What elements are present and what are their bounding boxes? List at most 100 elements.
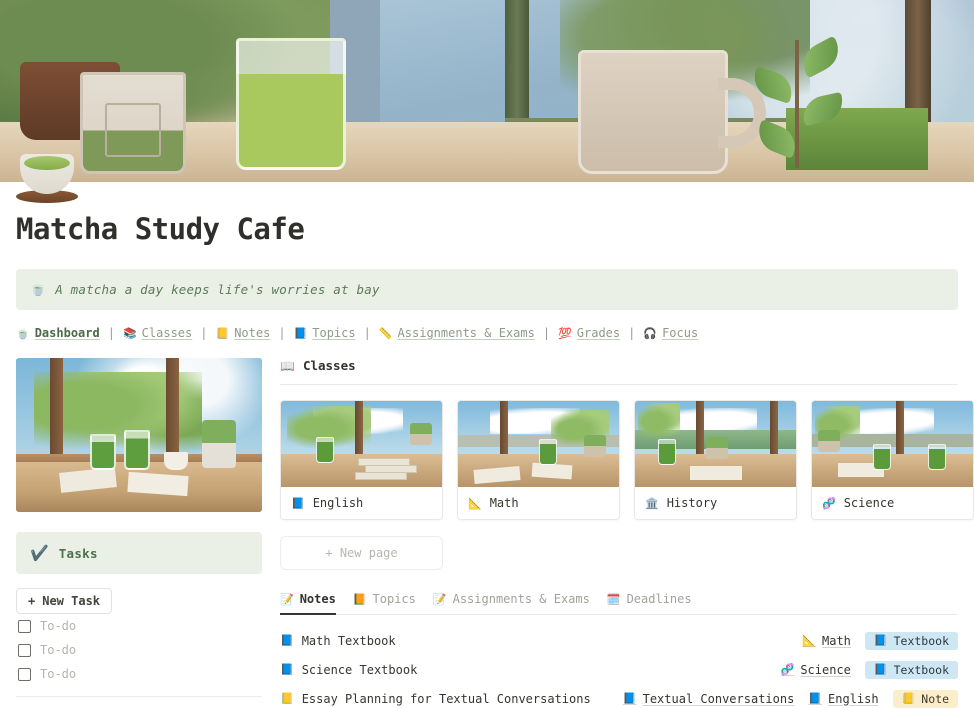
tasks-title: Tasks <box>58 545 98 561</box>
cover-cup-label <box>105 103 161 157</box>
nav-separator: | <box>628 326 636 340</box>
checkbox-icon[interactable] <box>18 619 31 633</box>
dna-icon: 🧬 <box>822 496 836 510</box>
class-relation[interactable]: 📘 English <box>808 692 878 706</box>
cover-cup <box>80 72 186 174</box>
type-badge[interactable]: 📘 Textbook <box>864 660 958 679</box>
class-card-label: 🏛️ History <box>635 487 796 519</box>
sidebar-image-plant <box>202 420 236 468</box>
checkbox-icon[interactable] <box>18 643 31 657</box>
headphones-icon: 🎧 <box>643 326 658 340</box>
new-task-button[interactable]: + New Task <box>16 588 113 614</box>
checkbox-icon[interactable] <box>18 667 31 681</box>
database-view-tabs: 📝 Notes 📙 Topics 📝 Assignments & Exams 🗓… <box>280 592 958 615</box>
page-cover-image[interactable] <box>0 0 974 182</box>
tab-label: Topics <box>372 592 416 606</box>
new-page-button[interactable]: + New page <box>280 536 443 570</box>
orange-book-icon: 📙 <box>352 592 367 606</box>
classical-building-icon: 🏛️ <box>645 496 659 510</box>
note-title: Essay Planning for Textual Conversations <box>301 691 591 706</box>
type-label: Note <box>921 691 949 706</box>
open-book-icon: 📖 <box>280 358 295 373</box>
type-label: Textbook <box>893 633 949 648</box>
class-name: Science <box>800 662 851 677</box>
nav-item-grades[interactable]: 💯 Grades <box>558 326 620 340</box>
nav-label: Assignments & Exams <box>397 326 535 340</box>
todo-item[interactable]: To-do <box>16 614 262 638</box>
quote-callout[interactable]: 🍵 A matcha a day keeps life's worries at… <box>16 269 958 310</box>
table-row[interactable]: 📘 Math Textbook 📐 Math 📘 Textbook <box>280 626 958 655</box>
class-card-gallery: 📘 English 📐 Math 🏛️ History 🧬 Science <box>280 400 974 520</box>
tab-deadlines[interactable]: 🗓️ Deadlines <box>607 592 692 615</box>
class-card-thumbnail <box>458 401 619 487</box>
class-relation[interactable]: 🧬 Science <box>781 663 851 677</box>
left-column: ✔️ Tasks + New Task To-do To-do To-do <box>16 358 262 708</box>
class-name: History <box>666 496 718 510</box>
todo-item[interactable]: To-do <box>16 662 262 686</box>
row-title-cell[interactable]: 📒 Essay Planning for Textual Conversatio… <box>280 692 591 706</box>
tab-assignments-exams[interactable]: 📝 Assignments & Exams <box>433 592 590 615</box>
class-card-history[interactable]: 🏛️ History <box>634 400 797 520</box>
nav-item-classes[interactable]: 📚 Classes <box>123 326 192 340</box>
dna-icon: 🧬 <box>780 663 795 676</box>
row-meta-cell: 🧬 Science 📘 Textbook <box>781 660 958 679</box>
table-row[interactable]: 📒 Essay Planning for Textual Conversatio… <box>280 684 958 708</box>
page-body: Matcha Study Cafe 🍵 A matcha a day keeps… <box>0 154 974 708</box>
todo-item[interactable]: To-do <box>16 638 262 662</box>
row-title-cell[interactable]: 📘 Math Textbook <box>280 634 396 648</box>
topic-relation[interactable]: 📘 Textual Conversations <box>623 692 794 706</box>
nav-item-focus[interactable]: 🎧 Focus <box>643 326 698 340</box>
class-card-science[interactable]: 🧬 Science <box>811 400 974 520</box>
nav-label: Topics <box>312 326 356 340</box>
ruler-icon: 📏 <box>378 326 393 340</box>
sidebar-decorative-image[interactable] <box>16 358 262 512</box>
nav-separator: | <box>107 326 115 340</box>
main-navigation: 🍵 Dashboard | 📚 Classes | 📒 Notes | 📘 To… <box>16 326 958 340</box>
class-card-thumbnail <box>281 401 442 487</box>
tasks-section-header[interactable]: ✔️ Tasks <box>16 532 262 574</box>
row-title-cell[interactable]: 📘 Science Textbook <box>280 663 417 677</box>
notebook-icon: 📒 <box>901 692 916 705</box>
sidebar-divider <box>16 696 262 697</box>
memo-icon: 📝 <box>280 592 294 606</box>
blue-book-icon: 📘 <box>873 663 888 676</box>
classes-divider <box>280 384 958 385</box>
nav-label: Focus <box>662 326 699 340</box>
nav-item-dashboard[interactable]: 🍵 Dashboard <box>16 326 100 340</box>
blue-book-icon: 📘 <box>280 663 294 676</box>
content-columns: ✔️ Tasks + New Task To-do To-do To-do 📖 … <box>16 358 974 708</box>
nav-item-topics[interactable]: 📘 Topics <box>294 326 356 340</box>
sidebar-image-teacup <box>164 452 188 470</box>
blue-book-icon: 📘 <box>293 326 308 340</box>
class-card-thumbnail <box>812 401 973 487</box>
calendar-icon: 🗓️ <box>606 592 621 606</box>
matcha-icon: 🍵 <box>16 326 30 340</box>
table-row[interactable]: 📘 Science Textbook 🧬 Science 📘 Textbook <box>280 655 958 684</box>
sidebar-image-window-frame <box>50 358 63 462</box>
notebook-icon: 📒 <box>280 692 294 705</box>
tab-notes[interactable]: 📝 Notes <box>280 592 336 615</box>
class-card-math[interactable]: 📐 Math <box>457 400 620 520</box>
topic-name: Textual Conversations <box>642 691 795 706</box>
type-badge[interactable]: 📘 Textbook <box>864 631 958 650</box>
class-relation[interactable]: 📐 Math <box>802 634 851 648</box>
nav-label: Grades <box>576 326 621 340</box>
tab-label: Notes <box>299 592 336 606</box>
cover-mug <box>578 50 728 174</box>
class-card-english[interactable]: 📘 English <box>280 400 443 520</box>
nav-separator: | <box>363 326 371 340</box>
matcha-bowl-icon <box>20 154 74 194</box>
class-card-thumbnail <box>635 401 796 487</box>
sidebar-image-paper <box>127 471 189 497</box>
tab-label: Deadlines <box>626 592 692 606</box>
triangle-ruler-icon: 📐 <box>802 634 816 647</box>
tab-topics[interactable]: 📙 Topics <box>353 592 416 615</box>
right-column: 📖 Classes 📘 English 📐 Math 🏛️ History 🧬 … <box>280 358 974 708</box>
type-badge[interactable]: 📒 Note <box>892 689 958 708</box>
nav-item-assignments-exams[interactable]: 📏 Assignments & Exams <box>379 326 535 340</box>
page-title[interactable]: Matcha Study Cafe <box>16 212 958 246</box>
page-icon-matcha-bowl[interactable] <box>16 148 78 206</box>
nav-separator: | <box>200 326 208 340</box>
blue-book-icon: 📘 <box>808 692 823 705</box>
nav-item-notes[interactable]: 📒 Notes <box>215 326 270 340</box>
